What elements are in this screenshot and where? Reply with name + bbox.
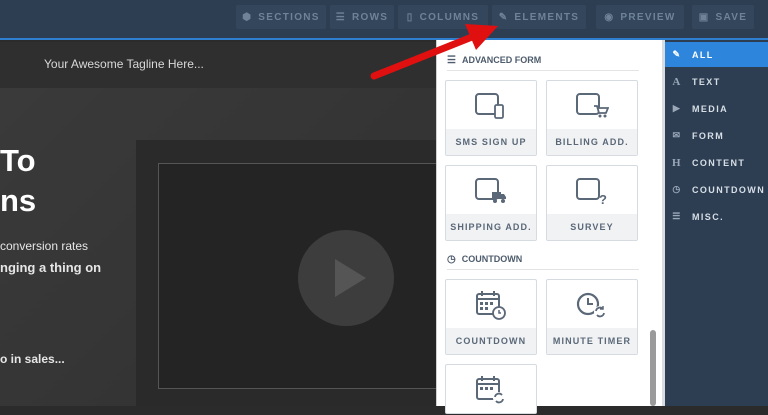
tile-survey[interactable]: ? SURVEY xyxy=(546,165,638,241)
section-header-countdown: ◷ COUNTDOWN xyxy=(447,249,639,270)
rows-icon: ☰ xyxy=(335,11,346,23)
sidebar-item-text[interactable]: A TEXT xyxy=(665,69,768,94)
calendar-clock-icon xyxy=(446,280,536,330)
question-icon: ? xyxy=(547,166,637,216)
tile-sms-sign-up[interactable]: SMS SIGN UP xyxy=(445,80,537,156)
tile-minute-timer[interactable]: MINUTE TIMER xyxy=(546,279,638,355)
sidebar-item-label: CONTENT xyxy=(692,157,746,168)
section-title-advanced-form: ADVANCED FORM xyxy=(461,55,542,65)
cart-icon xyxy=(547,81,637,131)
elements-button[interactable]: ✎ ELEMENTS xyxy=(492,5,586,29)
sidebar-item-misc[interactable]: ☰ MISC. xyxy=(665,204,768,229)
sidebar-item-label: MEDIA xyxy=(692,103,728,114)
tile-shipping-add[interactable]: SHIPPING ADD. xyxy=(445,165,537,241)
envelope-icon: ✉ xyxy=(672,130,682,140)
body-text-line-1[interactable]: conversion rates xyxy=(0,239,88,253)
tile-label: MINUTE TIMER xyxy=(547,328,637,354)
play-icon xyxy=(335,259,366,297)
sidebar-item-label: FORM xyxy=(692,130,725,141)
sidebar-item-label: MISC. xyxy=(692,211,725,222)
tile-countdown[interactable]: COUNTDOWN xyxy=(445,279,537,355)
page-canvas: To ns conversion rates nging a thing on … xyxy=(0,88,440,406)
section-title-countdown: COUNTDOWN xyxy=(461,254,523,264)
tile-label: SMS SIGN UP xyxy=(446,129,536,155)
elements-icon: ✎ xyxy=(498,11,509,23)
sidebar-item-content[interactable]: H CONTENT xyxy=(665,150,768,175)
tile-label: BILLING ADD. xyxy=(547,129,637,155)
columns-label: COLUMNS xyxy=(419,11,480,23)
svg-text:?: ? xyxy=(599,192,607,205)
top-toolbar: ⬢ SECTIONS ☰ ROWS ▯ COLUMNS ✎ ELEMENTS ◉… xyxy=(0,0,768,40)
video-container xyxy=(136,140,440,406)
timer-refresh-icon xyxy=(547,280,637,330)
preview-icon: ◉ xyxy=(604,11,615,23)
columns-icon: ▯ xyxy=(406,11,414,23)
elements-icon: ✎ xyxy=(672,49,682,59)
save-icon: ▣ xyxy=(698,11,710,23)
video-player[interactable] xyxy=(158,163,440,389)
body-text-line-3[interactable]: o in sales... xyxy=(0,352,65,366)
sidebar-item-label: COUNTDOWN xyxy=(692,184,766,195)
sidebar-item-all[interactable]: ✎ ALL xyxy=(665,42,768,67)
sidebar-item-media[interactable]: ▶ MEDIA xyxy=(665,96,768,121)
tile-label: SHIPPING ADD. xyxy=(446,214,536,240)
panel-scrollbar[interactable] xyxy=(650,330,656,406)
tile-label: SURVEY xyxy=(547,214,637,240)
list-icon: ☰ xyxy=(672,211,682,221)
tagline-bar: Your Awesome Tagline Here... xyxy=(0,42,440,88)
sidebar-item-form[interactable]: ✉ FORM xyxy=(665,123,768,148)
sidebar-item-label: ALL xyxy=(692,49,714,60)
play-button[interactable] xyxy=(298,230,394,326)
elements-label: ELEMENTS xyxy=(514,11,580,23)
headline-line-1[interactable]: To xyxy=(0,144,36,178)
sections-label: SECTIONS xyxy=(258,11,320,23)
list-icon: ☰ xyxy=(447,54,456,66)
save-button[interactable]: ▣ SAVE xyxy=(692,5,754,29)
clock-icon: ◷ xyxy=(447,253,456,265)
section-header-advanced-form: ☰ ADVANCED FORM xyxy=(447,50,639,71)
text-icon: A xyxy=(672,75,682,88)
preview-label: PREVIEW xyxy=(620,11,676,23)
body-text-line-2[interactable]: nging a thing on xyxy=(0,260,101,275)
tagline[interactable]: Your Awesome Tagline Here... xyxy=(44,57,204,71)
category-sidebar: ✎ ALL A TEXT ▶ MEDIA ✉ FORM H CONTENT ◷ … xyxy=(665,40,768,406)
heading-icon: H xyxy=(672,156,682,169)
sections-icon: ⬢ xyxy=(242,11,253,23)
save-label: SAVE xyxy=(715,11,748,23)
rows-label: ROWS xyxy=(351,11,389,23)
columns-button[interactable]: ▯ COLUMNS xyxy=(398,5,488,29)
tile-billing-add[interactable]: BILLING ADD. xyxy=(546,80,638,156)
headline-line-2[interactable]: ns xyxy=(0,184,36,218)
preview-button[interactable]: ◉ PREVIEW xyxy=(596,5,684,29)
tile-calendar-refresh[interactable] xyxy=(445,364,537,414)
sidebar-item-label: TEXT xyxy=(692,76,721,87)
play-icon: ▶ xyxy=(672,103,682,113)
tile-label: COUNTDOWN xyxy=(446,328,536,354)
clock-icon: ◷ xyxy=(672,184,682,194)
phone-icon xyxy=(446,81,536,131)
sidebar-item-countdown[interactable]: ◷ COUNTDOWN xyxy=(665,177,768,202)
rows-button[interactable]: ☰ ROWS xyxy=(330,5,394,29)
elements-panel: ☰ ADVANCED FORM SMS SIGN UP BILLING ADD.… xyxy=(436,40,663,414)
calendar-refresh-icon xyxy=(446,365,536,415)
truck-icon xyxy=(446,166,536,216)
sections-button[interactable]: ⬢ SECTIONS xyxy=(236,5,326,29)
